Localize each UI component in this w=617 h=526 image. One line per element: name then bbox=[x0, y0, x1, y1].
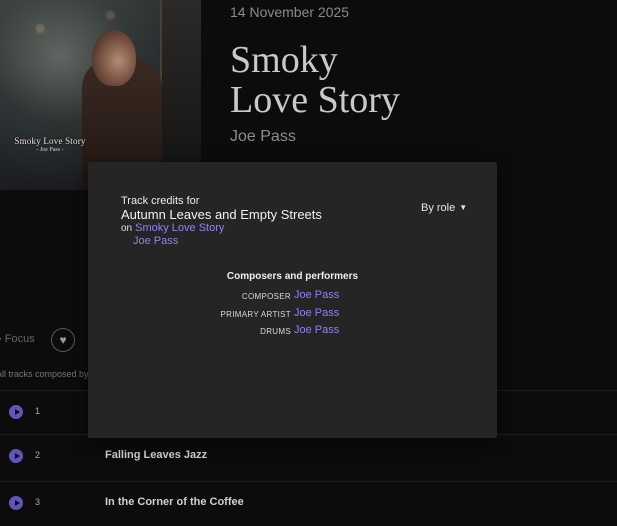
album-art-figure-head bbox=[92, 30, 136, 86]
play-icon[interactable] bbox=[9, 405, 23, 419]
track-title[interactable]: Falling Leaves Jazz bbox=[105, 449, 207, 461]
album-title-line-2: Love Story bbox=[230, 79, 400, 121]
credits-artist-link[interactable]: Joe Pass bbox=[133, 235, 178, 247]
album-artist-link[interactable]: Joe Pass bbox=[230, 128, 296, 146]
track-number: 3 bbox=[35, 497, 41, 507]
focus-icon: › bbox=[0, 333, 2, 345]
play-icon[interactable] bbox=[9, 449, 23, 463]
composed-by-prefix: All tracks composed by bbox=[0, 369, 89, 379]
on-label: on bbox=[121, 223, 133, 234]
credit-person-link[interactable]: Joe Pass bbox=[294, 307, 339, 319]
composed-by-note: All tracks composed by Jo bbox=[0, 369, 102, 379]
credit-person-link[interactable]: Joe Pass bbox=[294, 324, 339, 336]
credits-track-title: Autumn Leaves and Empty Streets bbox=[121, 207, 322, 222]
track-title[interactable]: In the Corner of the Coffee bbox=[105, 496, 244, 508]
release-date: 14 November 2025 bbox=[230, 4, 350, 20]
credit-role: DRUMS bbox=[260, 327, 291, 336]
track-row[interactable]: 3 In the Corner of the Coffee bbox=[0, 481, 617, 526]
credits-album-link[interactable]: Smoky Love Story bbox=[135, 222, 224, 234]
play-icon[interactable] bbox=[9, 496, 23, 510]
sort-by-value: By role bbox=[421, 202, 456, 214]
focus-button[interactable]: › Focus bbox=[0, 333, 35, 345]
album-title-line-1: Smoky bbox=[230, 39, 338, 81]
focus-label: Focus bbox=[4, 333, 35, 345]
credit-row: PRIMARY ARTIST Joe Pass bbox=[88, 307, 497, 323]
credit-role: COMPOSER bbox=[241, 292, 291, 301]
track-credits-dialog: Track credits for Autumn Leaves and Empt… bbox=[88, 162, 497, 438]
album-art-artist: - Joe Pass - bbox=[36, 147, 64, 153]
chevron-down-icon: ▼ bbox=[459, 203, 468, 212]
credit-role: PRIMARY ARTIST bbox=[220, 310, 291, 319]
credit-row: COMPOSER Joe Pass bbox=[88, 289, 497, 305]
track-number: 2 bbox=[35, 450, 41, 460]
track-number: 1 bbox=[35, 406, 41, 416]
heart-icon: ♥ bbox=[59, 333, 67, 347]
credits-album-line: on Smoky Love Story bbox=[121, 222, 224, 234]
credit-row: DRUMS Joe Pass bbox=[88, 324, 497, 340]
album-title: Smoky Love Story bbox=[230, 40, 590, 120]
track-row[interactable]: 2 Falling Leaves Jazz bbox=[0, 434, 617, 479]
album-art-title: Smoky Love Story bbox=[14, 136, 86, 146]
favorite-button[interactable]: ♥ bbox=[51, 328, 75, 352]
credits-heading: Track credits for bbox=[121, 195, 200, 207]
credit-person-link[interactable]: Joe Pass bbox=[294, 289, 339, 301]
sort-by-select[interactable]: By role ▼ bbox=[421, 202, 467, 214]
credits-section-title: Composers and performers bbox=[226, 271, 359, 282]
